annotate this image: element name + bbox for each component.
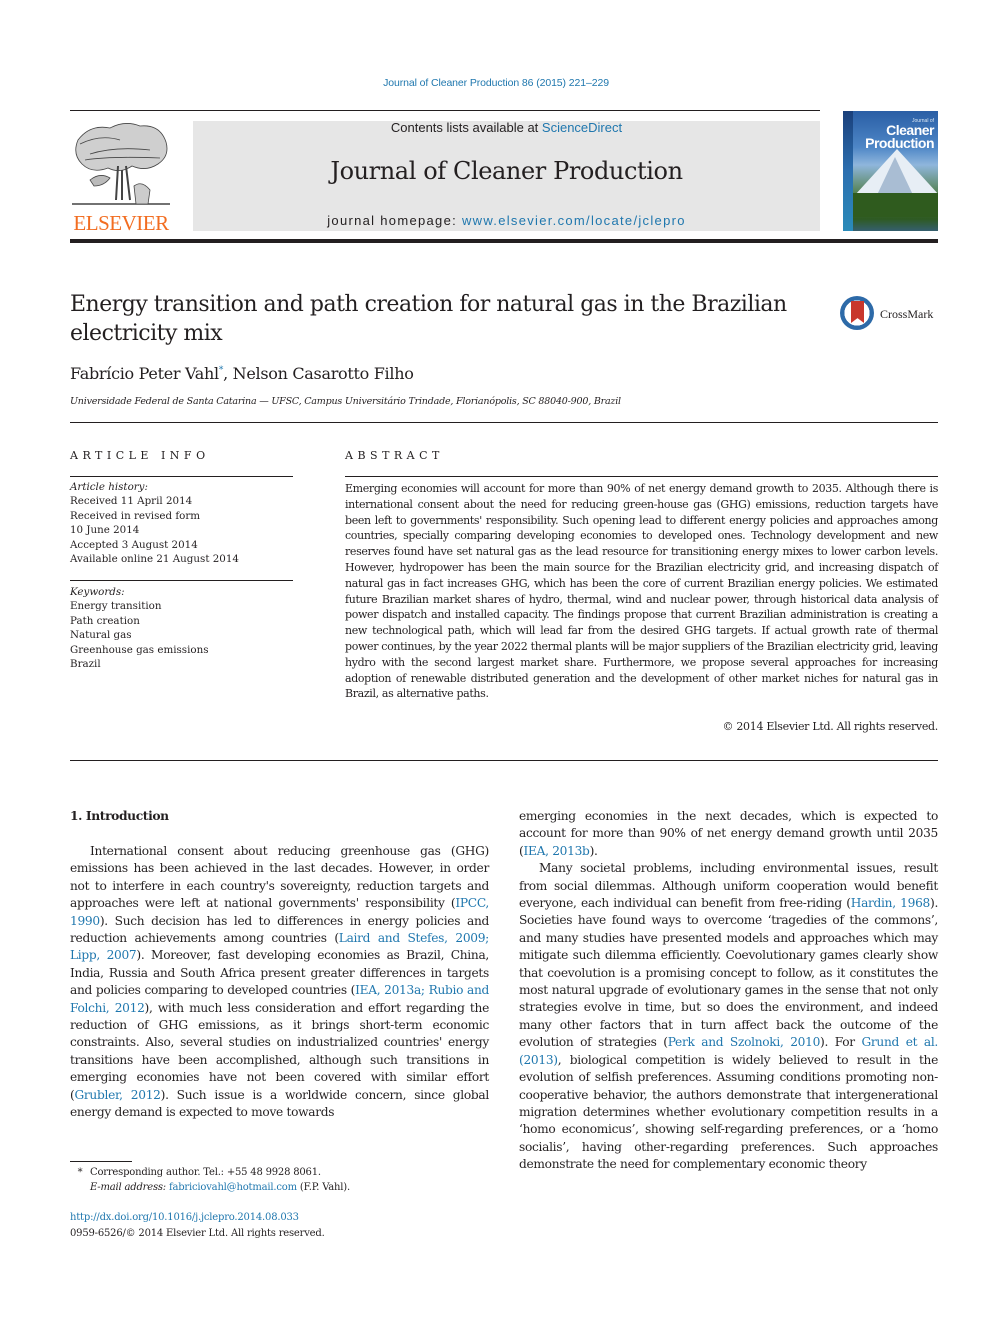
citation-link[interactable]: Grubler, 2012 [74,1088,160,1102]
text-run: ). Societies have found ways to overcome… [519,896,939,1050]
keyword-item: Brazil [70,658,101,671]
author-list: Fabrício Peter Vahl*, Nelson Casarotto F… [70,364,414,383]
body-column-left: International consent about reducing gre… [70,843,489,1122]
keywords-label: Keywords: [70,586,125,598]
keyword-item: Path creation [70,614,140,627]
journal-citation-link[interactable]: Journal of Cleaner Production 86 (2015) … [0,77,992,89]
paragraph-continued: emerging economies in the next decades, … [519,808,938,860]
section-heading-introduction: 1. Introduction [70,808,169,823]
cover-forest [853,193,938,217]
crossmark-label: CrossMark [880,307,934,321]
text-run: ). For [820,1035,862,1050]
author-separator: , [223,364,233,383]
homepage-prefix: journal homepage: [327,213,462,228]
divider [70,476,293,477]
corresponding-author-note: Corresponding author. Tel.: +55 48 9928 … [90,1167,321,1178]
abstract-heading: ABSTRACT [345,449,444,462]
text-run: International consent about reducing gre… [70,844,489,911]
cover-spine [843,111,853,231]
author-affiliation: Universidade Federal de Santa Catarina —… [70,396,621,407]
cover-title-line2: Production [865,135,934,151]
email-suffix: (F.P. Vahl). [296,1182,350,1193]
keyword-item: Greenhouse gas emissions [70,643,209,656]
journal-banner: Contents lists available at ScienceDirec… [193,121,820,231]
elsevier-logo[interactable]: ELSEVIER [70,120,172,234]
contents-availability: Contents lists available at ScienceDirec… [193,121,820,135]
body-column-right: emerging economies in the next decades, … [519,808,938,1174]
footnote-star: * [77,1167,83,1178]
history-item: 10 June 2014 [70,524,140,537]
keyword-item: Natural gas [70,629,132,642]
divider [70,580,293,581]
history-item: Accepted 3 August 2014 [70,538,198,551]
text-run: ). [589,843,598,858]
email-label: E-mail address: [90,1182,169,1193]
header-rule [70,110,820,111]
contents-prefix: Contents lists available at [390,120,542,135]
doi-link[interactable]: http://dx.doi.org/10.1016/j.jclepro.2014… [70,1210,325,1226]
paragraph: Many societal problems, including enviro… [519,860,938,1173]
citation-link[interactable]: Perk and Szolnoki, 2010 [668,1035,821,1049]
divider [345,476,938,477]
citation-link[interactable]: Hardin, 1968 [851,896,931,910]
history-item: Available online 21 August 2014 [70,553,239,566]
abstract-text: Emerging economies will account for more… [345,482,938,701]
issn-copyright: 0959-6526/© 2014 Elsevier Ltd. All right… [70,1227,325,1239]
sciencedirect-link[interactable]: ScienceDirect [542,120,622,135]
author-vahl[interactable]: Fabrício Peter Vahl [70,364,219,383]
divider [70,760,938,761]
email-link[interactable]: fabriciovahl@hotmail.com [169,1182,297,1193]
author-casarotto[interactable]: Nelson Casarotto Filho [233,364,414,383]
elsevier-tree-icon [72,123,170,205]
journal-homepage: journal homepage: www.elsevier.com/locat… [193,213,820,228]
cover-title: Cleaner Production [865,123,934,151]
citation-link[interactable]: IEA, 2013b [523,844,589,858]
keyword-item: Energy transition [70,600,162,613]
article-info-heading: ARTICLE INFO [70,449,210,462]
journal-cover-image[interactable]: Journal of Cleaner Production [843,111,938,231]
footnote: * Corresponding author. Tel.: +55 48 9928… [70,1165,351,1195]
article-history: Article history: Received 11 April 2014 … [70,480,293,566]
elsevier-wordmark: ELSEVIER [73,211,169,235]
crossmark-button[interactable]: CrossMark [840,295,940,335]
journal-title: Journal of Cleaner Production [330,157,683,185]
header-thick-rule [70,239,938,243]
cover-mountain-shadow [877,157,913,195]
divider [70,422,938,423]
keywords: Keywords: Energy transition Path creatio… [70,585,293,671]
paragraph: International consent about reducing gre… [70,843,489,1122]
history-item: Received 11 April 2014 [70,495,193,508]
footnote-rule [70,1161,132,1162]
article-title: Energy transition and path creation for … [70,292,787,346]
text-run: ), with much less consideration and effo… [70,1000,489,1102]
text-run: , biological competition is widely belie… [519,1052,938,1172]
history-label: Article history: [70,481,148,493]
abstract-copyright: © 2014 Elsevier Ltd. All rights reserved… [722,720,938,733]
journal-homepage-link[interactable]: www.elsevier.com/locate/jclepro [462,213,686,228]
doi-block: http://dx.doi.org/10.1016/j.jclepro.2014… [70,1210,325,1241]
history-item: Received in revised form [70,509,201,522]
